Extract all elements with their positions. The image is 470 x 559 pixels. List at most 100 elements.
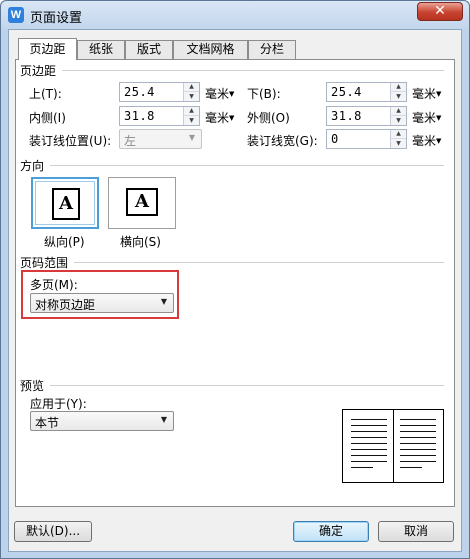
gutter-position-select[interactable]: 左 ▼ <box>119 129 202 149</box>
tab-margins[interactable]: 页边距 <box>18 38 77 60</box>
dropdown-arrow-icon: ▼ <box>436 90 442 98</box>
top-margin-value[interactable]: 25.4 <box>124 85 155 99</box>
inner-margin-spinner[interactable]: 31.8 ▲ ▼ <box>119 106 200 126</box>
spin-up-icon[interactable]: ▲ <box>391 130 406 139</box>
spin-down-icon[interactable]: ▼ <box>391 139 406 148</box>
preview-text-line <box>400 443 436 444</box>
page-preview <box>342 409 444 483</box>
bottom-margin-unit[interactable]: 毫米▼ <box>412 85 441 102</box>
inner-margin-unit[interactable]: 毫米▼ <box>205 109 234 126</box>
cancel-button[interactable]: 取消 <box>378 521 454 542</box>
page-range-divider <box>74 262 444 263</box>
preview-divider <box>50 385 444 386</box>
dropdown-arrow-icon: ▼ <box>229 90 235 98</box>
spin-down-icon[interactable]: ▼ <box>184 92 199 101</box>
preview-text-line <box>400 419 436 420</box>
spin-up-icon[interactable]: ▲ <box>184 107 199 116</box>
dropdown-arrow-icon: ▼ <box>436 137 442 145</box>
preview-text-line <box>351 419 387 420</box>
preview-text-line <box>400 449 436 450</box>
gutter-position-value: 左 <box>124 134 137 148</box>
dropdown-arrow-icon: ▼ <box>229 114 235 122</box>
chevron-down-icon: ▼ <box>160 415 167 424</box>
chevron-down-icon: ▼ <box>188 133 195 142</box>
preview-text-line <box>351 437 387 438</box>
outer-margin-label: 外侧(O) <box>247 111 290 125</box>
apply-to-value: 本节 <box>35 416 60 430</box>
close-button[interactable]: ✕ <box>417 2 463 21</box>
unit-label: 毫米 <box>412 134 437 148</box>
ok-button[interactable]: 确定 <box>293 521 369 542</box>
tab-layout[interactable]: 版式 <box>125 40 173 59</box>
portrait-option[interactable]: A <box>31 177 99 229</box>
gutter-position-label: 装订线位置(U): <box>29 134 112 148</box>
bottom-margin-value[interactable]: 25.4 <box>331 85 362 99</box>
wps-writer-icon: W <box>8 7 24 23</box>
tab-document-grid[interactable]: 文档网格 <box>173 40 248 59</box>
orientation-heading: 方向 <box>20 159 45 173</box>
outer-margin-unit[interactable]: 毫米▼ <box>412 109 441 126</box>
spin-up-icon[interactable]: ▲ <box>391 83 406 92</box>
preview-text-line <box>351 449 387 450</box>
unit-label: 毫米 <box>205 111 230 125</box>
outer-margin-value[interactable]: 31.8 <box>331 109 362 123</box>
margins-heading: 页边距 <box>20 64 57 78</box>
preview-text-line <box>400 467 422 468</box>
portrait-label[interactable]: 纵向(P) <box>44 233 85 250</box>
landscape-page-icon: A <box>126 188 158 216</box>
apply-to-label: 应用于(Y): <box>30 397 87 411</box>
preview-text-line <box>351 467 373 468</box>
unit-label: 毫米 <box>412 111 437 125</box>
inner-margin-label: 内侧(I) <box>29 111 66 125</box>
page-range-heading: 页码范围 <box>20 256 69 270</box>
multiple-pages-label: 多页(M): <box>30 278 78 292</box>
gutter-width-arrows: ▲ ▼ <box>390 130 406 148</box>
preview-text-line <box>351 455 387 456</box>
apply-to-select[interactable]: 本节 ▼ <box>30 411 174 431</box>
dropdown-arrow-icon: ▼ <box>436 114 442 122</box>
preview-text-line <box>400 461 436 462</box>
outer-margin-arrows: ▲ ▼ <box>390 107 406 125</box>
unit-label: 毫米 <box>205 87 230 101</box>
gutter-width-value[interactable]: 0 <box>331 132 339 146</box>
preview-text-line <box>351 431 387 432</box>
landscape-option[interactable]: A <box>108 177 176 229</box>
preview-text-line <box>351 425 387 426</box>
top-margin-arrows: ▲ ▼ <box>183 83 199 101</box>
bottom-margin-spinner[interactable]: 25.4 ▲ ▼ <box>326 82 407 102</box>
dialog-title: 页面设置 <box>30 11 83 26</box>
title-bar: W 页面设置 ✕ <box>1 1 469 29</box>
top-margin-unit[interactable]: 毫米▼ <box>205 85 234 102</box>
multiple-pages-select[interactable]: 对称页边距 ▼ <box>30 293 174 313</box>
top-margin-spinner[interactable]: 25.4 ▲ ▼ <box>119 82 200 102</box>
spin-down-icon[interactable]: ▼ <box>391 92 406 101</box>
preview-text-line <box>400 431 436 432</box>
preview-text-line <box>400 437 436 438</box>
spin-down-icon[interactable]: ▼ <box>391 116 406 125</box>
tab-paper[interactable]: 纸张 <box>77 40 125 59</box>
preview-spine <box>393 410 394 482</box>
portrait-page-icon: A <box>52 188 80 220</box>
preview-text-line <box>400 425 436 426</box>
preview-text-line <box>351 443 387 444</box>
bottom-margin-arrows: ▲ ▼ <box>390 83 406 101</box>
multiple-pages-value: 对称页边距 <box>35 298 96 312</box>
chevron-down-icon: ▼ <box>160 297 167 306</box>
preview-text-line <box>400 455 436 456</box>
preview-heading: 预览 <box>20 379 45 393</box>
outer-margin-spinner[interactable]: 31.8 ▲ ▼ <box>326 106 407 126</box>
landscape-label[interactable]: 横向(S) <box>120 233 161 250</box>
margins-divider <box>62 70 444 71</box>
gutter-width-label: 装订线宽(G): <box>247 134 318 148</box>
spin-down-icon[interactable]: ▼ <box>184 116 199 125</box>
inner-margin-arrows: ▲ ▼ <box>183 107 199 125</box>
spin-up-icon[interactable]: ▲ <box>391 107 406 116</box>
preview-text-line <box>351 461 387 462</box>
top-margin-label: 上(T): <box>29 87 62 101</box>
inner-margin-value[interactable]: 31.8 <box>124 109 155 123</box>
gutter-width-unit[interactable]: 毫米▼ <box>412 132 441 149</box>
default-button[interactable]: 默认(D)... <box>14 521 92 542</box>
gutter-width-spinner[interactable]: 0 ▲ ▼ <box>326 129 407 149</box>
spin-up-icon[interactable]: ▲ <box>184 83 199 92</box>
tab-columns[interactable]: 分栏 <box>248 40 296 59</box>
